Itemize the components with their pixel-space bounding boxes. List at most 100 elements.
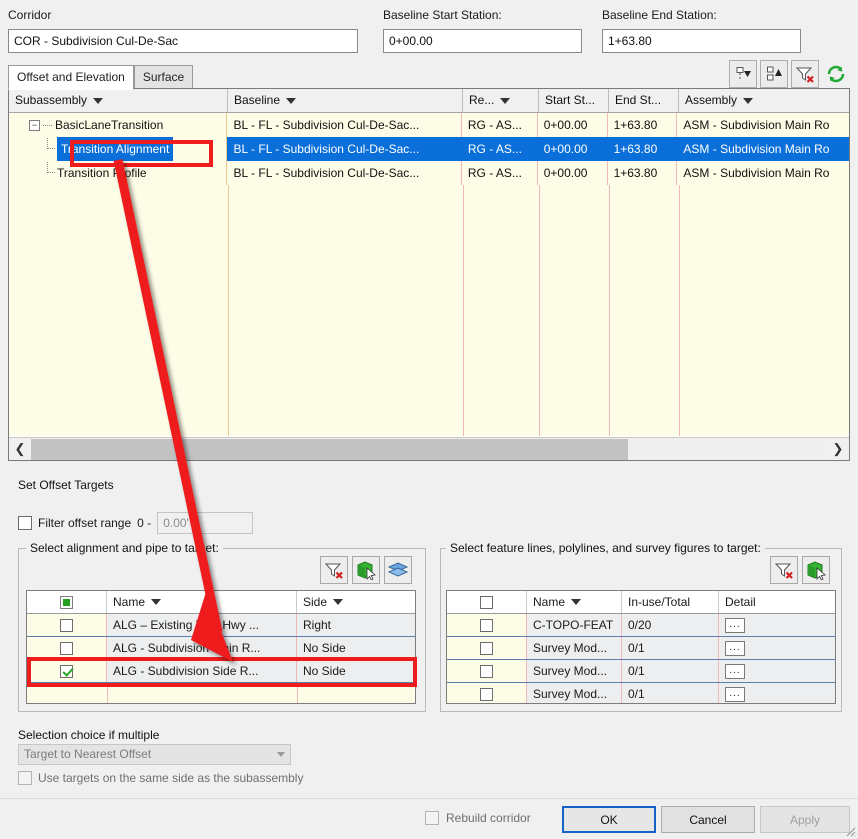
grid-cell-region[interactable]: RG - AS...	[461, 161, 538, 185]
chevron-down-icon[interactable]	[151, 599, 162, 605]
grid-cell-end[interactable]: 1+63.80	[607, 161, 678, 185]
selection-choice-dropdown[interactable]: Target to Nearest Offset	[18, 744, 291, 765]
row-checkbox[interactable]	[480, 641, 493, 655]
alignment-row-side[interactable]: No Side	[297, 637, 415, 659]
scroll-right-icon[interactable]: ❯	[827, 438, 849, 460]
feature-row-inuse[interactable]: 0/1	[622, 683, 719, 703]
feature-row-checkbox-cell[interactable]	[447, 637, 527, 659]
alignment-row-name[interactable]: ALG - Subdivision Main R...	[107, 637, 297, 659]
pick-object-icon[interactable]	[802, 556, 830, 584]
chevron-down-icon[interactable]	[500, 97, 511, 104]
pick-object-icon[interactable]	[352, 556, 380, 584]
feature-row-detail[interactable]: ...	[719, 660, 835, 682]
feature-row-name[interactable]: C-TOPO-FEAT	[527, 614, 622, 636]
list-item[interactable]: C-TOPO-FEAT 0/20 ...	[447, 614, 835, 637]
grid-col-region[interactable]: Re...	[463, 89, 539, 112]
grid-cell-baseline[interactable]: BL - FL - Subdivision Cul-De-Sac...	[227, 137, 462, 161]
cancel-button[interactable]: Cancel	[661, 806, 755, 833]
alignment-row-checkbox-cell[interactable]	[27, 614, 107, 636]
row-checkbox[interactable]	[480, 618, 493, 632]
detail-ellipsis-button[interactable]: ...	[725, 617, 745, 633]
grid-col-baseline[interactable]: Baseline	[228, 89, 463, 112]
list-item[interactable]: Survey Mod... 0/1 ...	[447, 660, 835, 683]
filter-offset-range-input[interactable]: 0.00'	[157, 512, 254, 534]
feature-row-detail[interactable]: ...	[719, 637, 835, 659]
alignment-row-name[interactable]: ALG – Existing York Hwy ...	[107, 614, 297, 636]
baseline-start-field[interactable]: 0+00.00	[383, 29, 582, 53]
chevron-down-icon[interactable]	[333, 599, 344, 605]
feature-col-inuse[interactable]: In-use/Total	[622, 591, 719, 613]
feature-row-detail[interactable]: ...	[719, 614, 835, 636]
ok-button[interactable]: OK	[562, 806, 656, 833]
scrollbar-track[interactable]	[31, 438, 827, 460]
list-item[interactable]: ALG – Existing York Hwy ... Right	[27, 614, 415, 637]
select-all-checkbox[interactable]	[480, 595, 493, 609]
feature-row-detail[interactable]: ...	[719, 683, 835, 703]
rebuild-corridor-checkbox[interactable]	[425, 811, 439, 825]
feature-row-name[interactable]: Survey Mod...	[527, 660, 622, 682]
tab-surface[interactable]: Surface	[133, 65, 194, 88]
grid-cell-start[interactable]: 0+00.00	[537, 137, 608, 161]
feature-col-name[interactable]: Name	[527, 591, 622, 613]
feature-col-detail[interactable]: Detail	[719, 591, 835, 613]
grid-col-subassembly[interactable]: Subassembly	[9, 89, 228, 112]
chevron-down-icon[interactable]	[277, 752, 285, 757]
chevron-down-icon[interactable]	[743, 97, 754, 104]
select-all-indicator-icon[interactable]	[60, 595, 73, 609]
grid-col-end-station[interactable]: End St...	[609, 89, 679, 112]
chevron-down-icon[interactable]	[571, 599, 582, 605]
row-checkbox[interactable]	[60, 641, 73, 655]
list-item[interactable]: Survey Mod... 0/1 ...	[447, 683, 835, 703]
row-checkbox[interactable]	[60, 618, 73, 632]
feature-row-checkbox-cell[interactable]	[447, 660, 527, 682]
tree-collapse-icon[interactable]: −	[29, 119, 40, 131]
layers-icon[interactable]	[384, 556, 412, 584]
row-checkbox[interactable]	[480, 687, 493, 701]
feature-row-inuse[interactable]: 0/1	[622, 637, 719, 659]
refresh-icon[interactable]	[822, 60, 850, 88]
alignment-col-side[interactable]: Side	[297, 591, 415, 613]
feature-row-name[interactable]: Survey Mod...	[527, 683, 622, 703]
row-checkbox[interactable]	[480, 664, 493, 678]
apply-button[interactable]: Apply	[760, 806, 850, 833]
scrollbar-thumb[interactable]	[31, 438, 628, 460]
alignment-col-name[interactable]: Name	[107, 591, 297, 613]
corridor-value-field[interactable]: COR - Subdivision Cul-De-Sac	[8, 29, 358, 53]
grid-cell-end[interactable]: 1+63.80	[607, 137, 678, 161]
detail-ellipsis-button[interactable]: ...	[725, 663, 745, 679]
feature-row-name[interactable]: Survey Mod...	[527, 637, 622, 659]
grid-cell-region[interactable]: RG - AS...	[461, 137, 538, 161]
grid-cell-baseline[interactable]: BL - FL - Subdivision Cul-De-Sac...	[227, 113, 462, 137]
use-same-side-checkbox[interactable]	[18, 771, 32, 785]
feature-row-checkbox-cell[interactable]	[447, 614, 527, 636]
collapse-all-icon[interactable]	[729, 60, 757, 88]
alignment-row-side[interactable]: Right	[297, 614, 415, 636]
feature-select-all-header[interactable]	[447, 591, 527, 613]
clear-filter-icon[interactable]	[770, 556, 798, 584]
alignment-select-all-header[interactable]	[27, 591, 107, 613]
grid-cell-subassembly[interactable]: − BasicLaneTransition	[9, 113, 228, 137]
grid-cell-assembly[interactable]: ASM - Subdivision Main Ro	[677, 137, 849, 161]
baseline-end-field[interactable]: 1+63.80	[602, 29, 801, 53]
grid-col-assembly[interactable]: Assembly	[679, 89, 849, 112]
clear-filter-icon[interactable]	[320, 556, 348, 584]
grid-cell-end[interactable]: 1+63.80	[607, 113, 678, 137]
grid-cell-region[interactable]: RG - AS...	[461, 113, 538, 137]
tab-offset-and-elevation[interactable]: Offset and Elevation	[8, 65, 134, 90]
filter-offset-range-checkbox[interactable]	[18, 516, 32, 530]
grid-col-start-station[interactable]: Start St...	[539, 89, 609, 112]
alignment-row-checkbox-cell[interactable]	[27, 637, 107, 659]
clear-filter-icon[interactable]	[791, 60, 819, 88]
expand-all-icon[interactable]	[760, 60, 788, 88]
detail-ellipsis-button[interactable]: ...	[725, 640, 745, 656]
chevron-down-icon[interactable]	[93, 97, 104, 104]
scroll-left-icon[interactable]: ❮	[9, 438, 31, 460]
grid-cell-assembly[interactable]: ASM - Subdivision Main Ro	[677, 113, 849, 137]
feature-row-inuse[interactable]: 0/20	[622, 614, 719, 636]
chevron-down-icon[interactable]	[286, 97, 297, 104]
list-item[interactable]: Survey Mod... 0/1 ...	[447, 637, 835, 660]
feature-row-inuse[interactable]: 0/1	[622, 660, 719, 682]
grid-cell-start[interactable]: 0+00.00	[537, 113, 608, 137]
grid-cell-assembly[interactable]: ASM - Subdivision Main Ro	[677, 161, 849, 185]
resize-grip-icon[interactable]	[844, 825, 856, 837]
